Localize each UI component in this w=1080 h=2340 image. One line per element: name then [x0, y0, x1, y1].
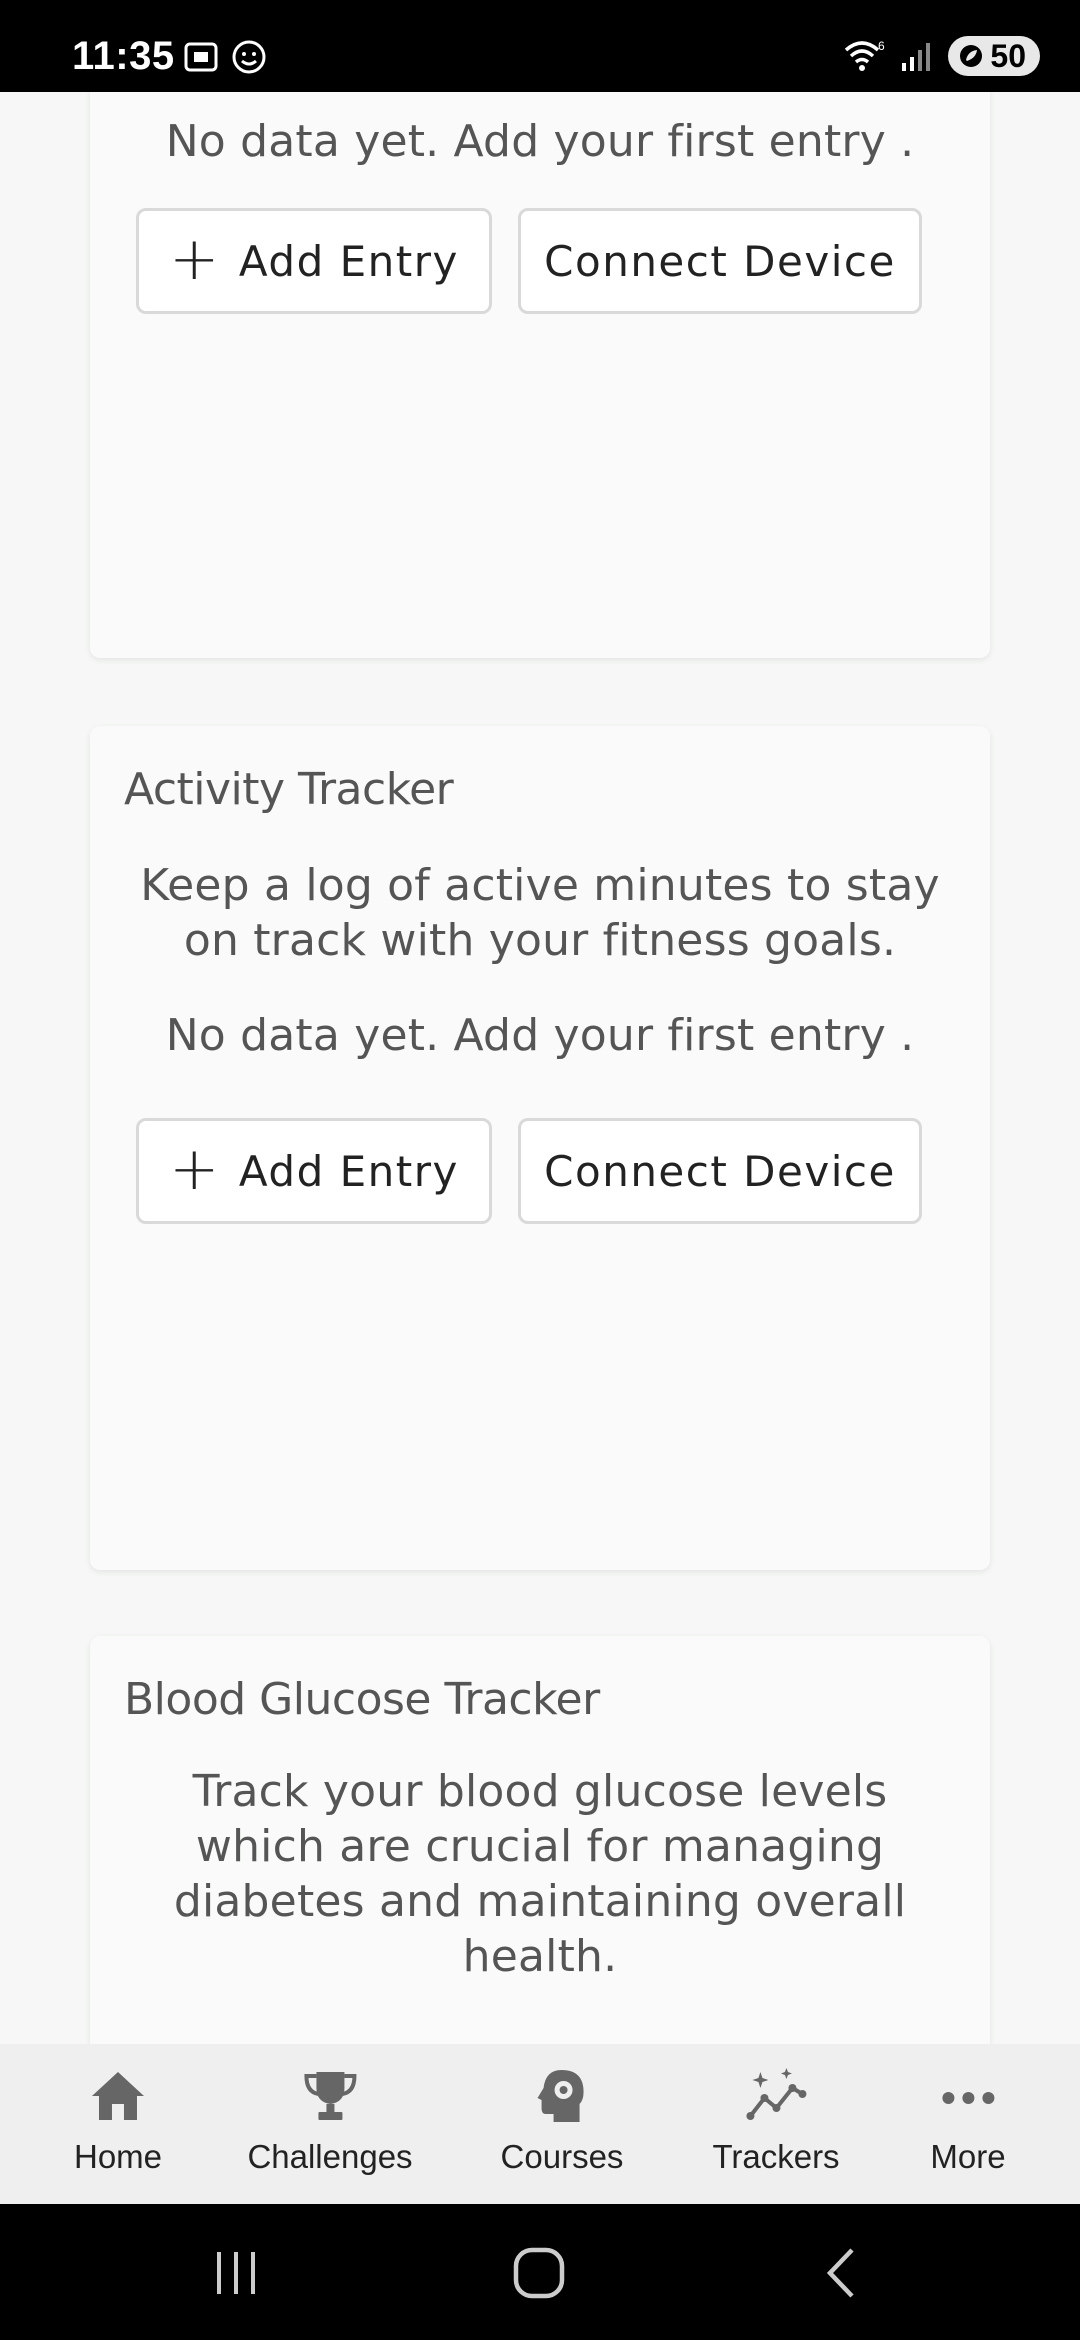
plus-icon: +	[169, 1134, 221, 1204]
add-entry-label: Add Entry	[238, 1146, 459, 1196]
back-icon[interactable]	[820, 2246, 864, 2300]
connect-device-label: Connect Device	[544, 1146, 896, 1196]
trophy-icon	[303, 2072, 357, 2120]
wifi-icon: 6	[845, 39, 885, 71]
activity-tracker-card: Activity Tracker Keep a log of active mi…	[90, 726, 990, 1570]
battery-indicator: 50	[948, 36, 1040, 76]
nav-item-courses[interactable]: Courses	[500, 2068, 624, 2176]
no-data-message: No data yet. Add your first entry .	[165, 1010, 915, 1061]
connect-device-label: Connect Device	[544, 236, 896, 286]
nav-item-more[interactable]: More	[930, 2068, 1006, 2176]
screenshot-icon	[184, 42, 218, 72]
add-entry-button[interactable]: + Add Entry	[136, 208, 492, 314]
home-icon	[92, 2072, 144, 2120]
blood-glucose-tracker-card: Blood Glucose Tracker Track your blood g…	[90, 1636, 990, 2044]
smiley-icon	[232, 40, 266, 74]
nav-label-courses: Courses	[500, 2138, 624, 2175]
no-data-message: No data yet. Add your first entry .	[165, 116, 915, 167]
card-description: Track your blood glucose levels which ar…	[173, 1766, 907, 1982]
system-nav-bar	[0, 2204, 1080, 2340]
card-title: Blood Glucose Tracker	[124, 1674, 600, 1725]
trend-sparkle-icon	[746, 2068, 806, 2120]
nav-label-trackers: Trackers	[712, 2138, 840, 2175]
svg-text:6: 6	[878, 39, 885, 53]
nav-item-home[interactable]: Home	[74, 2068, 162, 2176]
home-button-icon[interactable]	[512, 2246, 566, 2300]
battery-level: 50	[990, 37, 1026, 74]
nav-item-trackers[interactable]: Trackers	[712, 2068, 840, 2176]
tracker-list[interactable]: No data yet. Add your first entry . + Ad…	[0, 92, 1080, 2044]
status-bar: 11:35 6 50	[0, 0, 1080, 92]
plus-icon: +	[169, 224, 221, 294]
tracker-card: No data yet. Add your first entry . + Ad…	[90, 92, 990, 658]
card-description: Keep a log of active minutes to stay on …	[140, 860, 940, 966]
more-dots-icon	[942, 2092, 994, 2104]
signal-icon	[902, 43, 931, 71]
status-time: 11:35	[72, 34, 175, 78]
battery-saver-icon	[960, 45, 983, 67]
bottom-nav: Home Challenges Courses Trackers More	[0, 2044, 1080, 2204]
nav-item-challenges[interactable]: Challenges	[247, 2068, 413, 2176]
nav-label-home: Home	[73, 2138, 163, 2175]
recent-apps-icon[interactable]	[212, 2248, 262, 2298]
add-entry-label: Add Entry	[238, 236, 459, 286]
card-title: Activity Tracker	[124, 764, 454, 815]
brain-gear-icon	[537, 2070, 584, 2122]
add-entry-button[interactable]: + Add Entry	[136, 1118, 492, 1224]
nav-label-more: More	[930, 2138, 1006, 2175]
connect-device-button[interactable]: Connect Device	[518, 1118, 922, 1224]
connect-device-button[interactable]: Connect Device	[518, 208, 922, 314]
nav-label-challenges: Challenges	[247, 2138, 413, 2175]
